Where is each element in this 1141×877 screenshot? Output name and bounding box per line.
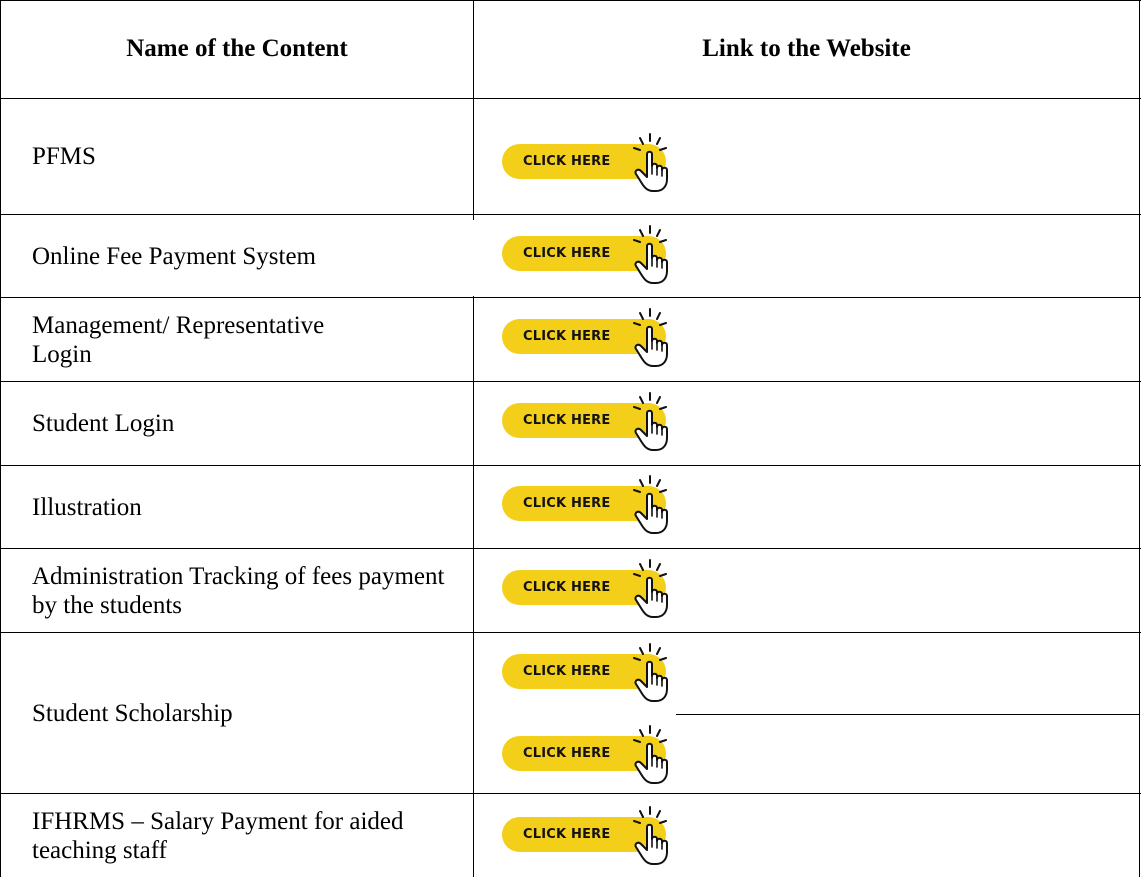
- click-here-label: CLICK HERE: [523, 329, 611, 344]
- pointing-hand-click-icon: [633, 806, 668, 865]
- click-here-button-illustration[interactable]: CLICK HERE: [502, 472, 678, 536]
- content-name-administration-tracking: Administration Tracking of fees payment …: [32, 562, 445, 619]
- content-name-student-scholarship: Student Scholarship: [32, 699, 233, 727]
- click-here-label: CLICK HERE: [523, 664, 611, 679]
- content-name-online-fee-payment: Online Fee Payment System: [32, 242, 316, 270]
- table-border-right: [1139, 0, 1140, 877]
- click-here-button-online-fee-payment[interactable]: CLICK HERE: [502, 222, 678, 286]
- click-here-label: CLICK HERE: [523, 246, 611, 261]
- pointing-hand-click-icon: [633, 475, 668, 534]
- click-here-label: CLICK HERE: [523, 154, 611, 169]
- table-border-left: [0, 0, 1, 877]
- pointing-hand-click-icon: [633, 643, 668, 702]
- click-here-label: CLICK HERE: [523, 746, 611, 761]
- pointing-hand-click-icon: [633, 133, 668, 192]
- header-website-link: Link to the Website: [702, 35, 911, 62]
- click-here-button-administration-tracking[interactable]: CLICK HERE: [502, 556, 678, 620]
- click-here-label: CLICK HERE: [523, 827, 611, 842]
- pointing-hand-click-icon: [633, 308, 668, 367]
- click-here-button-student-scholarship-2[interactable]: CLICK HERE: [502, 722, 678, 786]
- click-here-label: CLICK HERE: [523, 413, 611, 428]
- click-here-button-ifhrms[interactable]: CLICK HERE: [502, 803, 678, 867]
- pointing-hand-click-icon: [633, 225, 668, 284]
- content-name-illustration: Illustration: [32, 493, 142, 521]
- click-here-button-management-login[interactable]: CLICK HERE: [502, 305, 678, 369]
- click-here-label: CLICK HERE: [523, 580, 611, 595]
- pointing-hand-click-icon: [633, 559, 668, 618]
- click-here-button-student-login[interactable]: CLICK HERE: [502, 389, 678, 453]
- content-name-pfms: PFMS: [32, 143, 96, 170]
- click-here-label: CLICK HERE: [523, 496, 611, 511]
- header-content-name: Name of the Content: [126, 35, 348, 62]
- links-table: Name of the Content Link to the Website …: [0, 0, 1141, 877]
- content-name-student-login: Student Login: [32, 410, 175, 437]
- pointing-hand-click-icon: [633, 392, 668, 451]
- click-here-button-student-scholarship-1[interactable]: CLICK HERE: [502, 640, 678, 704]
- content-name-ifhrms: IFHRMS – Salary Payment for aided teachi…: [32, 807, 404, 864]
- table-column-divider: [473, 0, 474, 877]
- pointing-hand-click-icon: [633, 725, 668, 784]
- content-name-management-login: Management/ Representative Login: [32, 311, 325, 368]
- click-here-button-pfms[interactable]: CLICK HERE: [502, 130, 678, 194]
